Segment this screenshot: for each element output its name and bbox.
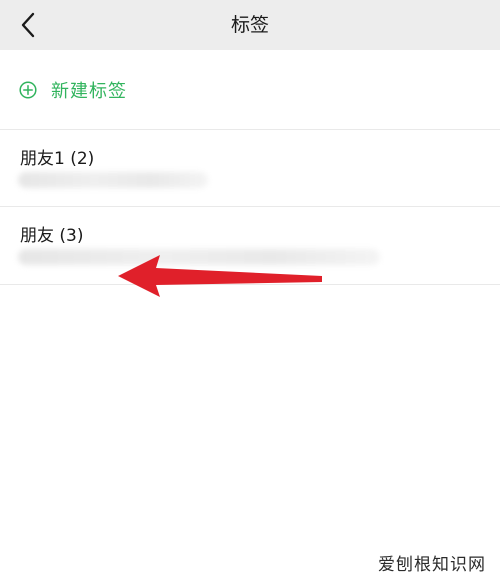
tag-item-friends-1[interactable]: 朋友1 (2) [0, 130, 500, 206]
watermark: 爱刨根知识网 [378, 555, 486, 575]
tag-name: 朋友 (3) [20, 226, 84, 246]
navigation-bar: 标签 [0, 0, 500, 50]
tag-item-friends[interactable]: 朋友 (3) [0, 207, 500, 283]
divider [0, 284, 500, 285]
tag-members-blurred [18, 172, 208, 188]
plus-circle-icon [19, 81, 37, 99]
page-title: 标签 [230, 14, 269, 36]
tag-members-blurred [18, 249, 380, 265]
tag-name: 朋友1 (2) [20, 149, 95, 169]
tag-list-page: 标签 新建标签 朋友1 (2) 朋友 (3) 爱刨根知识网 [0, 0, 500, 581]
new-tag-button[interactable]: 新建标签 [0, 50, 500, 130]
new-tag-label: 新建标签 [51, 81, 127, 102]
